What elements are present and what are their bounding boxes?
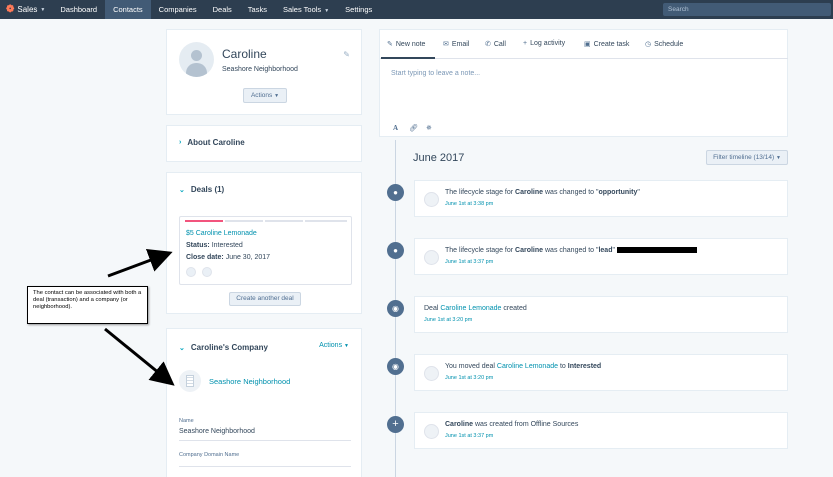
annotation-arrows bbox=[104, 249, 175, 386]
arrow-to-deal bbox=[107, 249, 173, 278]
arrow-to-company bbox=[104, 327, 175, 386]
